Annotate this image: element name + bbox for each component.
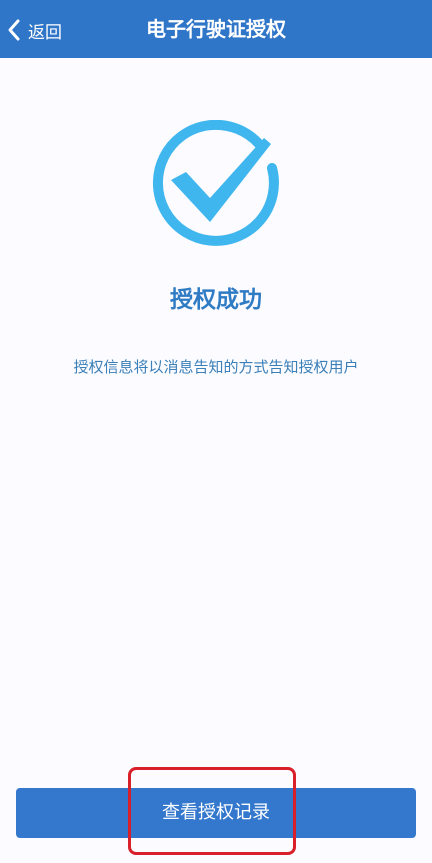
success-title: 授权成功 (170, 287, 262, 313)
page-title: 电子行驶证授权 (146, 17, 286, 41)
top-nav-bar: 返回 电子行驶证授权 (0, 0, 432, 58)
back-label: 返回 (28, 22, 62, 43)
success-description: 授权信息将以消息告知的方式告知授权用户 (73, 358, 359, 376)
view-records-button[interactable]: 查看授权记录 (16, 788, 416, 838)
chevron-left-icon (8, 19, 20, 41)
back-button[interactable]: 返回 (6, 14, 62, 46)
check-circle-icon (152, 120, 279, 246)
